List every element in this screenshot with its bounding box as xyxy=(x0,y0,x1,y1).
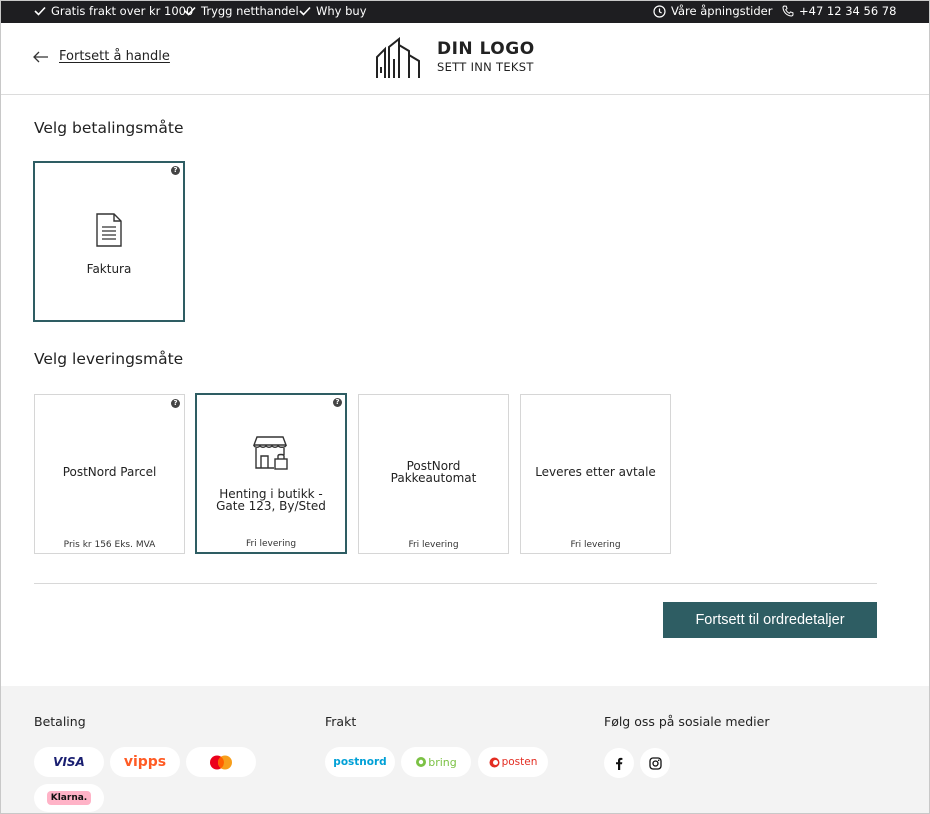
instagram-icon xyxy=(648,756,662,770)
visa-logo-text: VISA xyxy=(53,755,85,769)
logo-title: DIN LOGO xyxy=(437,39,535,59)
phone-text: +47 12 34 56 78 xyxy=(799,4,897,18)
store-icon xyxy=(252,436,288,470)
continue-shopping-link[interactable]: Fortsett å handle xyxy=(33,49,170,64)
delivery-option-postnord-parcel[interactable]: ? PostNord Parcel Pris kr 156 Eks. MVA xyxy=(34,394,185,554)
klarna-logo: Klarna. xyxy=(34,784,104,812)
facebook-icon xyxy=(616,757,623,770)
posten-icon xyxy=(489,757,500,767)
logo-subtitle: SETT INN TEKST xyxy=(437,60,534,74)
delivery-option-label: Leveres etter avtale xyxy=(535,465,656,479)
payment-heading: Velg betalingsmåte xyxy=(34,119,184,137)
why-buy-link[interactable]: Why buy xyxy=(299,4,367,18)
footer-payment-title: Betaling xyxy=(34,714,86,729)
footer-social-title: Følg oss på sosiale medier xyxy=(604,714,770,729)
delivery-option-price: Fri levering xyxy=(245,539,297,549)
delivery-option-by-appointment[interactable]: Leveres etter avtale Fri levering xyxy=(520,394,671,554)
help-icon[interactable]: ? xyxy=(171,399,180,408)
delivery-option-price: Pris kr 156 Eks. MVA xyxy=(63,540,156,550)
logo-text: DIN LOGO SETT INN TEKST xyxy=(437,40,535,76)
vipps-logo-text: vipps xyxy=(123,754,167,770)
checkout-page: Gratis frakt over kr 1000 Trygg netthand… xyxy=(0,0,930,814)
mastercard-logo xyxy=(186,747,256,777)
opening-hours-link[interactable]: Våre åpningstider xyxy=(653,4,772,18)
payment-option-label: Faktura xyxy=(86,262,132,276)
secure-shopping-notice: Trygg netthandel xyxy=(184,4,299,18)
delivery-option-price: Fri levering xyxy=(408,540,459,550)
visa-logo: VISA xyxy=(34,747,104,777)
posten-logo-text: posten xyxy=(501,756,538,768)
postnord-logo: postnord xyxy=(325,747,395,777)
delivery-option-price: Fri levering xyxy=(570,540,621,550)
facebook-link[interactable] xyxy=(604,748,634,778)
delivery-option-label: PostNord Pakkeautomat xyxy=(390,459,477,485)
delivery-option-label: Henting i butikk - Gate 123, By/Sted xyxy=(216,487,326,513)
phone-link[interactable]: +47 12 34 56 78 xyxy=(782,4,896,18)
payment-option-faktura[interactable]: ? Faktura xyxy=(33,161,185,322)
instagram-link[interactable] xyxy=(640,748,670,778)
buildings-logo-icon xyxy=(376,37,420,78)
continue-to-order-details-button[interactable]: Fortsett til ordredetaljer xyxy=(663,602,877,638)
delivery-option-label: PostNord Parcel xyxy=(62,465,157,479)
klarna-logo-text: Klarna. xyxy=(46,791,92,805)
footer-shipping-title: Frakt xyxy=(325,714,357,729)
site-footer: Betaling Frakt Følg oss på sosiale medie… xyxy=(1,686,929,813)
bring-logo-text: bring xyxy=(428,755,457,769)
check-icon xyxy=(34,6,46,16)
section-divider xyxy=(34,583,877,584)
top-info-bar: Gratis frakt over kr 1000 Trygg netthand… xyxy=(1,1,929,23)
site-header: Fortsett å handle DIN LOGO SETT INN TEKS… xyxy=(1,23,929,95)
clock-icon xyxy=(653,4,666,18)
help-icon[interactable]: ? xyxy=(333,398,342,407)
phone-icon xyxy=(782,5,794,17)
bring-icon xyxy=(416,757,427,767)
opening-hours-text: Våre åpningstider xyxy=(671,4,773,18)
delivery-option-store-pickup[interactable]: ? Henting i butikk - Gate 123, By/Sted F… xyxy=(195,393,347,554)
why-buy-text: Why buy xyxy=(316,4,367,18)
continue-shopping-label: Fortsett å handle xyxy=(59,49,170,64)
free-shipping-text: Gratis frakt over kr 1000 xyxy=(51,4,194,18)
help-icon[interactable]: ? xyxy=(171,166,180,175)
delivery-heading: Velg leveringsmåte xyxy=(34,350,184,368)
site-logo[interactable]: DIN LOGO SETT INN TEKST xyxy=(375,37,535,79)
check-icon xyxy=(184,6,196,16)
arrow-left-icon xyxy=(33,51,48,62)
free-shipping-notice: Gratis frakt over kr 1000 xyxy=(34,4,193,18)
postnord-logo-text: postnord xyxy=(333,756,387,768)
bring-logo: bring xyxy=(401,747,471,777)
vipps-logo: vipps xyxy=(110,747,180,777)
secure-shopping-text: Trygg netthandel xyxy=(201,4,299,18)
mastercard-icon xyxy=(210,755,232,769)
posten-logo: posten xyxy=(478,747,548,777)
check-icon xyxy=(299,6,311,16)
delivery-option-postnord-locker[interactable]: PostNord Pakkeautomat Fri levering xyxy=(358,394,509,554)
invoice-icon xyxy=(96,213,122,247)
